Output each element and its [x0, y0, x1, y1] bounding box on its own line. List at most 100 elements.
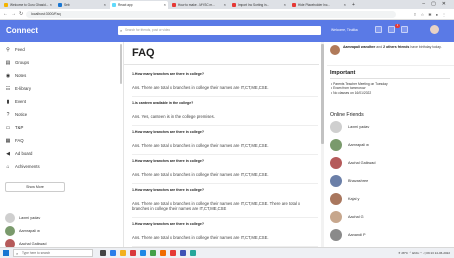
- favicon-icon: [292, 3, 296, 7]
- app-header: Connect ⌕ Search for friends, post or vid…: [0, 20, 454, 42]
- url-field[interactable]: localhost:3000/Faq: [26, 11, 396, 18]
- main-scrollbar[interactable]: [321, 42, 324, 247]
- notification-icon[interactable]: [401, 26, 408, 33]
- browser-tab[interactable]: Welcome to Guru Ghasid... ×: [2, 1, 54, 9]
- avatar: [330, 175, 342, 187]
- vscode-icon[interactable]: [140, 250, 146, 256]
- rss-icon: ⚲: [6, 47, 10, 53]
- birthday-notice: Aamrapali wandhre and 2 others friends h…: [327, 42, 454, 66]
- important-item: No classes on 16/01/2022: [331, 91, 451, 95]
- online-friend[interactable]: Aachal Gaikwad: [330, 156, 450, 170]
- sidebar-scrollbar[interactable]: [120, 44, 122, 84]
- avatar[interactable]: [430, 25, 439, 34]
- chrome-icon[interactable]: [170, 250, 176, 256]
- avatar: [5, 226, 15, 236]
- search-icon: ⌕: [16, 251, 19, 256]
- address-bar: ←→↻ localhost:3000/Faq ⇪☆✱●⋮: [0, 9, 454, 20]
- sidebar-friend[interactable]: Laxmi yadav: [5, 212, 40, 224]
- search-input[interactable]: ⌕ Search for friends, post or video: [118, 26, 321, 35]
- close-icon[interactable]: ×: [164, 1, 166, 9]
- sidebar-item-event[interactable]: ▮ Event: [0, 97, 124, 107]
- online-friend[interactable]: Aachal G: [330, 210, 450, 224]
- app-icon[interactable]: [190, 250, 196, 256]
- extensions-icon[interactable]: ✱: [428, 12, 435, 17]
- show-more-button[interactable]: Show More: [5, 182, 65, 192]
- close-icon[interactable]: ×: [224, 1, 226, 9]
- back-icon[interactable]: ←: [3, 11, 11, 17]
- faq-answer: Ans. There are total x branches in colle…: [132, 235, 318, 247]
- faq-answer: Ans. There are total x branches in colle…: [132, 172, 318, 184]
- browser-toolbar-icons[interactable]: ⇪☆✱●⋮: [413, 9, 450, 20]
- avatar: [5, 213, 15, 223]
- window-controls[interactable]: –▢✕: [422, 0, 454, 9]
- taskbar-search-input[interactable]: ⌕ Type here to search: [13, 249, 93, 257]
- sidebar-item-tnp[interactable]: ▭ T&P: [0, 123, 124, 133]
- new-tab-button[interactable]: +: [350, 1, 360, 9]
- forward-icon[interactable]: →: [11, 11, 19, 17]
- app-icon[interactable]: [150, 250, 156, 256]
- avatar: [330, 229, 342, 241]
- app-icon[interactable]: [160, 250, 166, 256]
- share-icon[interactable]: ⇪: [413, 12, 420, 17]
- faq-item: 1.How many branches are there in college…: [132, 72, 318, 97]
- brand-logo[interactable]: Connect: [6, 26, 38, 35]
- faq-question: 1.How many branches are there in college…: [132, 72, 204, 76]
- faq-answer: Ans. Yes, canteen is in the college prem…: [132, 114, 318, 126]
- notification-badge: 1: [395, 24, 400, 28]
- edge-icon[interactable]: [110, 250, 116, 256]
- browser-tab-active[interactable]: React app ×: [110, 1, 168, 9]
- windows-start-icon[interactable]: [3, 250, 9, 256]
- sidebar-item-achivements[interactable]: ⌂ Achivements: [0, 162, 124, 172]
- close-icon[interactable]: ×: [50, 1, 52, 9]
- react-favicon-icon: [112, 3, 116, 7]
- chat-icon[interactable]: [388, 26, 395, 33]
- sidebar-item-groups[interactable]: ▤ Groups: [0, 58, 124, 68]
- online-friend[interactable]: Kajal y: [330, 192, 450, 206]
- sidebar-item-notes[interactable]: ◉ Notes: [0, 71, 124, 81]
- sidebar-item-feed[interactable]: ⚲ Feed: [0, 45, 124, 55]
- sidebar-friend[interactable]: Aamrapali w: [5, 225, 40, 237]
- task-view-icon[interactable]: [100, 250, 106, 256]
- online-friend[interactable]: Aamrapali w: [330, 138, 450, 152]
- bookmark-icon: ▮: [6, 99, 10, 105]
- favicon-icon: [232, 3, 236, 7]
- play-circle-icon: ◉: [5, 73, 11, 79]
- app-icon[interactable]: [130, 250, 136, 256]
- online-friend[interactable]: Laxmi yadav: [330, 120, 450, 134]
- system-tray[interactable]: ☀ 28°C ⌃ ENG ◠ ◁ 09:13 14-06-2022: [398, 248, 450, 258]
- sidebar: ⚲ Feed ▤ Groups ◉ Notes ☷ E-library ▮ Event ?…: [0, 42, 124, 249]
- faq-list: 1.How many branches are there in college…: [132, 68, 318, 247]
- sidebar-item-notice[interactable]: ? Notice: [0, 110, 124, 120]
- right-panel: Aamrapali wandhre and 2 others friends h…: [327, 42, 454, 247]
- file-explorer-icon[interactable]: [120, 250, 126, 256]
- person-icon[interactable]: [375, 26, 382, 33]
- favicon-icon: [4, 3, 8, 7]
- browser-tab[interactable]: How to make - MYSC m... ×: [170, 1, 228, 9]
- app-icon[interactable]: [180, 250, 186, 256]
- group-icon: ☷: [5, 86, 11, 92]
- online-friend[interactable]: Aanandi P: [330, 228, 450, 242]
- online-friend[interactable]: Bhavashree: [330, 174, 450, 188]
- nav-buttons[interactable]: ←→↻: [3, 9, 26, 20]
- divider: [330, 78, 450, 79]
- sidebar-item-adboard[interactable]: ◀ Ad board: [0, 149, 124, 159]
- close-icon[interactable]: ×: [344, 1, 346, 9]
- sidebar-item-faq[interactable]: ▦ FAQ: [0, 136, 124, 146]
- faq-question: 1.How many branches are there in college…: [132, 222, 204, 226]
- close-icon[interactable]: ×: [284, 1, 286, 9]
- divider: [124, 64, 319, 65]
- faq-question: 1.How many branches are there in college…: [132, 130, 204, 134]
- browser-tab[interactable]: Seb ×: [56, 1, 108, 9]
- scrollbar-thumb[interactable]: [321, 44, 324, 144]
- browser-tab[interactable]: Import Inc Sorting in... ×: [230, 1, 288, 9]
- favicon-icon: [172, 3, 176, 7]
- faq-question: 1.How many branches are there in college…: [132, 159, 204, 163]
- faq-answer: Ans. There are total x branches in colle…: [132, 201, 318, 218]
- browser-tab[interactable]: Hide Placeholder Inc... ×: [290, 1, 348, 9]
- menu-icon[interactable]: ⋮: [442, 12, 450, 17]
- calendar-icon: ▦: [5, 138, 11, 144]
- sidebar-item-elibrary[interactable]: ☷ E-library: [0, 84, 124, 94]
- faq-question: 1.How many branches are there in college…: [132, 188, 204, 192]
- close-icon[interactable]: ×: [104, 1, 106, 9]
- birthday-text: Aamrapali wandhre and 2 others friends h…: [343, 45, 442, 49]
